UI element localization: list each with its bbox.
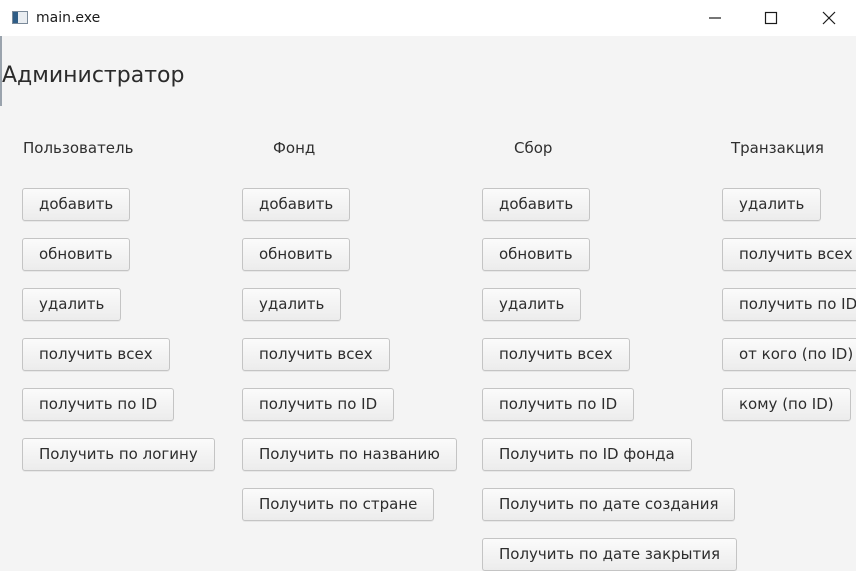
transaction-get-by-id-button[interactable]: получить по ID [722, 288, 856, 321]
collection-column-header: Сбор [514, 139, 553, 157]
minimize-icon [709, 17, 721, 19]
user-get-by-login-button[interactable]: Получить по логину [22, 438, 215, 471]
collection-get-by-close-date-button[interactable]: Получить по дате закрытия [482, 538, 738, 571]
fund-column-header: Фонд [273, 139, 316, 157]
fund-delete-button[interactable]: удалить [242, 288, 342, 321]
collection-delete-button[interactable]: удалить [482, 288, 582, 321]
minimize-button[interactable] [692, 0, 738, 36]
user-delete-button[interactable]: удалить [22, 288, 122, 321]
page-title: Администратор [2, 63, 185, 88]
transaction-to-whom-button[interactable]: кому (по ID) [722, 388, 851, 421]
window-title: main.exe [36, 10, 101, 26]
fund-update-button[interactable]: обновить [242, 238, 350, 271]
collection-get-by-fund-id-button[interactable]: Получить по ID фонда [482, 438, 692, 471]
user-column-header: Пользователь [23, 139, 134, 157]
fund-get-by-id-button[interactable]: получить по ID [242, 388, 395, 421]
collection-get-by-creation-date-button[interactable]: Получить по дате создания [482, 488, 736, 521]
transaction-column-header: Транзакция [731, 139, 824, 157]
transaction-from-whom-button[interactable]: от кого (по ID) [722, 338, 856, 371]
fund-get-all-button[interactable]: получить всех [242, 338, 390, 371]
title-bar: main.exe [0, 0, 856, 36]
user-update-button[interactable]: обновить [22, 238, 130, 271]
transaction-get-all-button[interactable]: получить всех [722, 238, 856, 271]
fund-add-button[interactable]: добавить [242, 188, 351, 221]
collection-add-button[interactable]: добавить [482, 188, 591, 221]
close-icon [822, 11, 836, 25]
user-add-button[interactable]: добавить [22, 188, 131, 221]
maximize-icon [764, 11, 778, 25]
collection-get-all-button[interactable]: получить всех [482, 338, 630, 371]
user-get-by-id-button[interactable]: получить по ID [22, 388, 175, 421]
close-button[interactable] [806, 0, 852, 36]
user-get-all-button[interactable]: получить всех [22, 338, 170, 371]
fund-get-by-country-button[interactable]: Получить по стране [242, 488, 435, 521]
transaction-delete-button[interactable]: удалить [722, 188, 822, 221]
collection-get-by-id-button[interactable]: получить по ID [482, 388, 635, 421]
collection-update-button[interactable]: обновить [482, 238, 590, 271]
fund-get-by-name-button[interactable]: Получить по названию [242, 438, 457, 471]
app-window-icon [12, 11, 28, 24]
maximize-button[interactable] [748, 0, 794, 36]
